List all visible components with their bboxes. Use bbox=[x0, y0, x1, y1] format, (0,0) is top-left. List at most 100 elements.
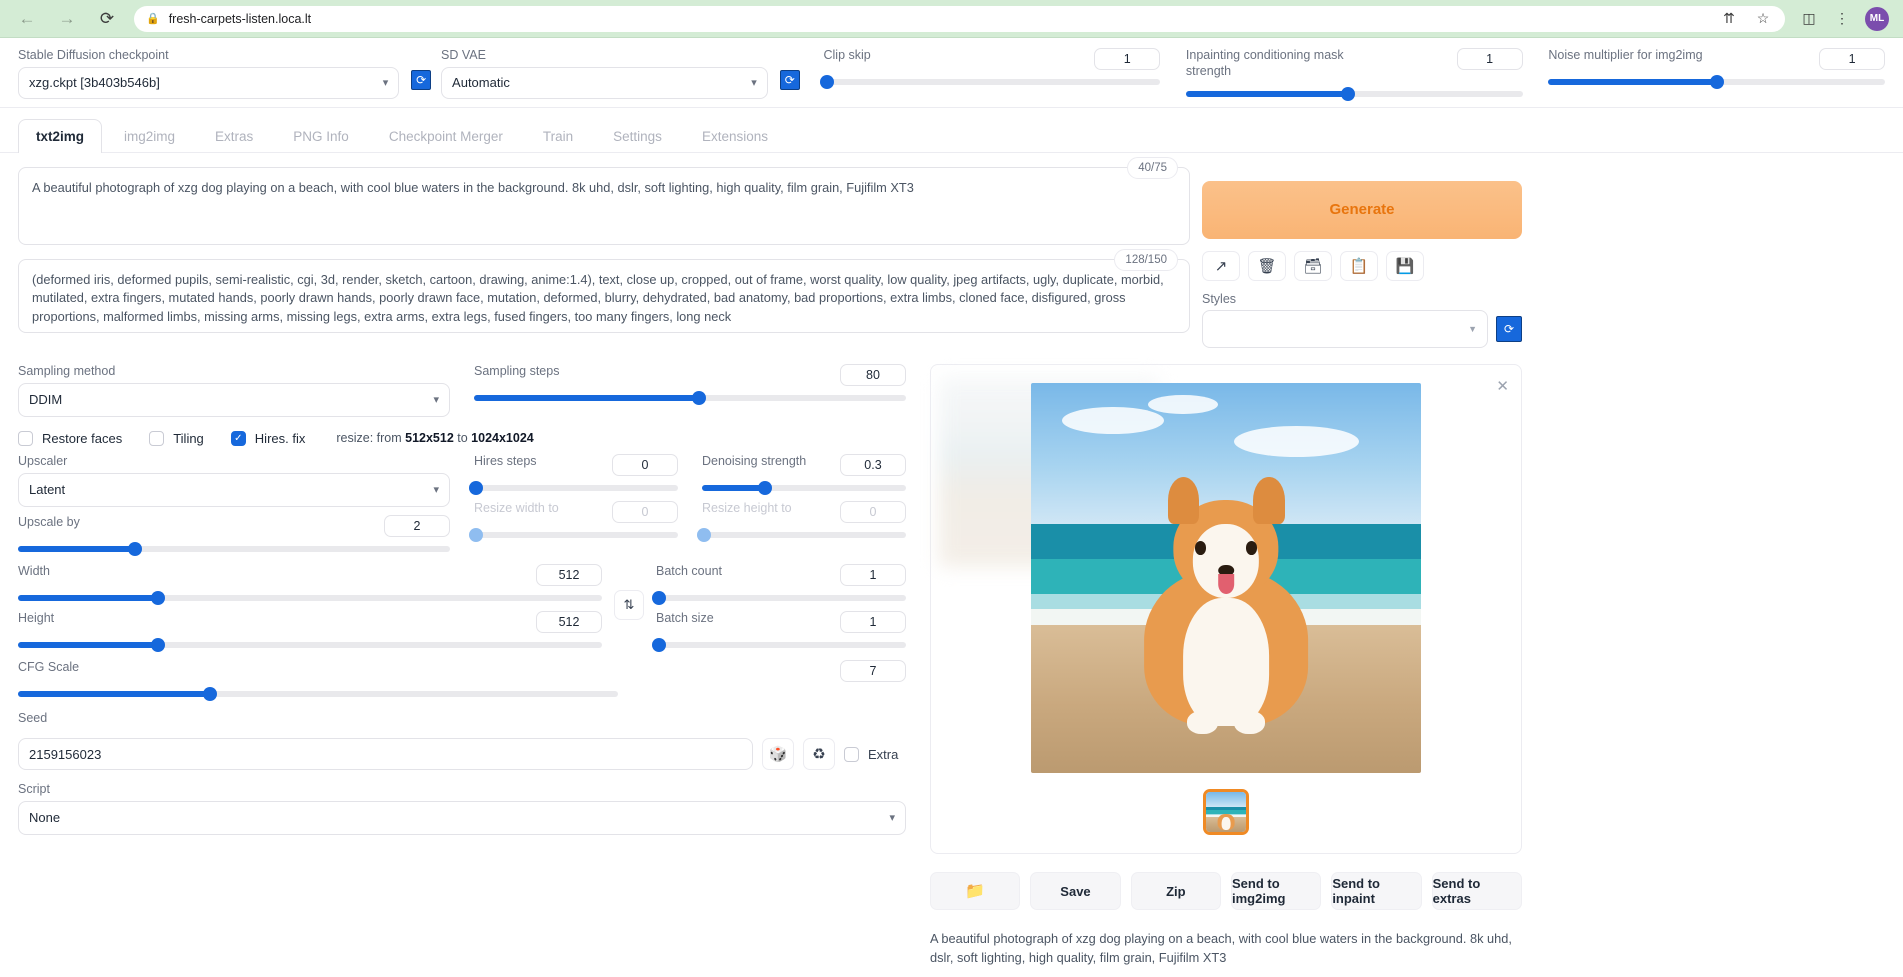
generated-image[interactable] bbox=[1031, 383, 1421, 773]
send-to-extras-button[interactable]: Send to extras bbox=[1432, 872, 1522, 910]
extra-seed-label[interactable]: Extra bbox=[868, 747, 898, 762]
clip-skip-slider[interactable] bbox=[823, 79, 1160, 85]
generate-button[interactable]: Generate bbox=[1202, 181, 1522, 239]
resize-width-to-value[interactable]: 0 bbox=[612, 501, 678, 523]
tiling-label[interactable]: Tiling bbox=[173, 431, 204, 446]
batch-size-slider[interactable] bbox=[656, 642, 906, 648]
denoising-strength-value[interactable]: 0.3 bbox=[840, 454, 906, 476]
negative-prompt-input[interactable]: 128/150 (deformed iris, deformed pupils,… bbox=[18, 259, 1190, 333]
side-panel-icon[interactable]: ◫ bbox=[1799, 9, 1819, 29]
resize-width-to-field: Resize width to 0 bbox=[474, 501, 678, 538]
share-icon[interactable]: ⇈ bbox=[1719, 9, 1739, 29]
chevron-down-icon: ▾ bbox=[433, 393, 439, 406]
hires-steps-slider[interactable] bbox=[474, 485, 678, 491]
clipboard-icon[interactable]: 📋 bbox=[1340, 251, 1378, 281]
upscaler-select[interactable]: Latent ▾ bbox=[18, 473, 450, 507]
seed-label: Seed bbox=[18, 711, 906, 727]
star-icon[interactable]: ☆ bbox=[1753, 9, 1773, 29]
resize-to-value: 1024x1024 bbox=[471, 431, 534, 445]
tab-train[interactable]: Train bbox=[525, 119, 591, 153]
swap-dimensions-icon[interactable]: ⇅ bbox=[614, 590, 644, 620]
close-icon[interactable]: ✕ bbox=[1496, 377, 1509, 395]
address-bar[interactable]: 🔒 fresh-carpets-listen.loca.lt ⇈ ☆ bbox=[134, 6, 1785, 32]
vae-refresh-button[interactable]: ⟳ bbox=[780, 70, 800, 90]
save-floppy-icon[interactable]: 💾 bbox=[1386, 251, 1424, 281]
styles-field: Styles ▼ bbox=[1202, 292, 1488, 349]
card-file-box-icon[interactable]: 🗃 bbox=[1294, 251, 1332, 281]
kebab-menu-icon[interactable]: ⋮ bbox=[1832, 9, 1852, 29]
positive-prompt-text: A beautiful photograph of xzg dog playin… bbox=[32, 180, 914, 195]
height-value[interactable]: 512 bbox=[536, 611, 602, 633]
send-to-inpaint-button[interactable]: Send to inpaint bbox=[1331, 872, 1421, 910]
gallery-thumbnail[interactable] bbox=[1203, 789, 1249, 835]
zip-button[interactable]: Zip bbox=[1131, 872, 1221, 910]
batch-count-value[interactable]: 1 bbox=[840, 564, 906, 586]
batch-size-value[interactable]: 1 bbox=[840, 611, 906, 633]
positive-token-counter: 40/75 bbox=[1127, 157, 1178, 180]
recycle-icon[interactable]: ♻ bbox=[803, 738, 835, 770]
styles-select[interactable]: ▼ bbox=[1202, 310, 1488, 348]
batch-count-slider[interactable] bbox=[656, 595, 906, 601]
inpaint-mask-strength-label: Inpainting conditioning mask strength bbox=[1186, 48, 1371, 79]
hires-fix-label[interactable]: Hires. fix bbox=[255, 431, 306, 446]
hires-fix-checkbox[interactable]: ✓ bbox=[231, 431, 246, 446]
tab-img2img[interactable]: img2img bbox=[106, 119, 193, 153]
sampling-steps-value[interactable]: 80 bbox=[840, 364, 906, 386]
positive-prompt-input[interactable]: 40/75 A beautiful photograph of xzg dog … bbox=[18, 167, 1190, 245]
tab-extras[interactable]: Extras bbox=[197, 119, 271, 153]
restore-faces-checkbox[interactable] bbox=[18, 431, 33, 446]
dice-icon[interactable]: 🎲 bbox=[762, 738, 794, 770]
tab-png-info[interactable]: PNG Info bbox=[275, 119, 367, 153]
cfg-scale-field: CFG Scale 7 bbox=[18, 660, 906, 697]
upscaler-label: Upscaler bbox=[18, 454, 450, 470]
script-select[interactable]: None ▾ bbox=[18, 801, 906, 835]
resize-note: resize: from 512x512 to 1024x1024 bbox=[336, 431, 533, 445]
cfg-scale-slider[interactable] bbox=[18, 691, 618, 697]
width-slider[interactable] bbox=[18, 595, 602, 601]
back-arrow-icon[interactable]: ← bbox=[14, 6, 40, 32]
noise-multiplier-value[interactable]: 1 bbox=[1819, 48, 1885, 70]
sampling-method-select[interactable]: DDIM ▾ bbox=[18, 383, 450, 417]
tab-txt2img[interactable]: txt2img bbox=[18, 119, 102, 153]
tab-checkpoint-merger[interactable]: Checkpoint Merger bbox=[371, 119, 521, 153]
resize-height-to-slider[interactable] bbox=[702, 532, 906, 538]
inpaint-mask-strength-value[interactable]: 1 bbox=[1457, 48, 1523, 70]
open-folder-button[interactable]: 📁 bbox=[930, 872, 1020, 910]
upscaler-value: Latent bbox=[29, 482, 433, 497]
send-to-img2img-button[interactable]: Send to img2img bbox=[1231, 872, 1321, 910]
tiling-checkbox[interactable] bbox=[149, 431, 164, 446]
tab-settings[interactable]: Settings bbox=[595, 119, 680, 153]
resize-width-to-slider[interactable] bbox=[474, 532, 678, 538]
cfg-scale-value[interactable]: 7 bbox=[840, 660, 906, 682]
width-value[interactable]: 512 bbox=[536, 564, 602, 586]
checkpoint-refresh-button[interactable]: ⟳ bbox=[411, 70, 431, 90]
resize-width-to-label: Resize width to bbox=[474, 501, 559, 517]
resize-height-to-value[interactable]: 0 bbox=[840, 501, 906, 523]
reload-icon[interactable]: ⟳ bbox=[94, 6, 120, 32]
upscale-by-slider[interactable] bbox=[18, 546, 450, 552]
vae-select[interactable]: Automatic ▾ bbox=[441, 67, 768, 99]
clip-skip-value[interactable]: 1 bbox=[1094, 48, 1160, 70]
arrow-up-right-icon[interactable]: ↗ bbox=[1202, 251, 1240, 281]
upscale-by-value[interactable]: 2 bbox=[384, 515, 450, 537]
seed-input[interactable]: 2159156023 bbox=[18, 738, 753, 770]
hires-steps-value[interactable]: 0 bbox=[612, 454, 678, 476]
extra-seed-checkbox[interactable] bbox=[844, 747, 859, 762]
sampling-steps-slider[interactable] bbox=[474, 395, 906, 401]
width-label: Width bbox=[18, 564, 50, 580]
height-label: Height bbox=[18, 611, 54, 627]
avatar[interactable]: ML bbox=[1865, 7, 1889, 31]
chevron-down-icon: ▼ bbox=[1468, 324, 1477, 334]
height-slider[interactable] bbox=[18, 642, 602, 648]
denoising-strength-slider[interactable] bbox=[702, 485, 906, 491]
styles-refresh-button[interactable]: ⟳ bbox=[1496, 316, 1522, 342]
restore-faces-label[interactable]: Restore faces bbox=[42, 431, 122, 446]
save-button[interactable]: Save bbox=[1030, 872, 1120, 910]
trash-icon[interactable]: 🗑 bbox=[1248, 251, 1286, 281]
checkpoint-select[interactable]: xzg.ckpt [3b403b546b] ▾ bbox=[18, 67, 399, 99]
inpaint-mask-strength-slider[interactable] bbox=[1186, 91, 1523, 97]
tab-extensions[interactable]: Extensions bbox=[684, 119, 786, 153]
height-field: Height 512 bbox=[18, 611, 602, 648]
noise-multiplier-slider[interactable] bbox=[1548, 79, 1885, 85]
forward-arrow-icon[interactable]: → bbox=[54, 6, 80, 32]
